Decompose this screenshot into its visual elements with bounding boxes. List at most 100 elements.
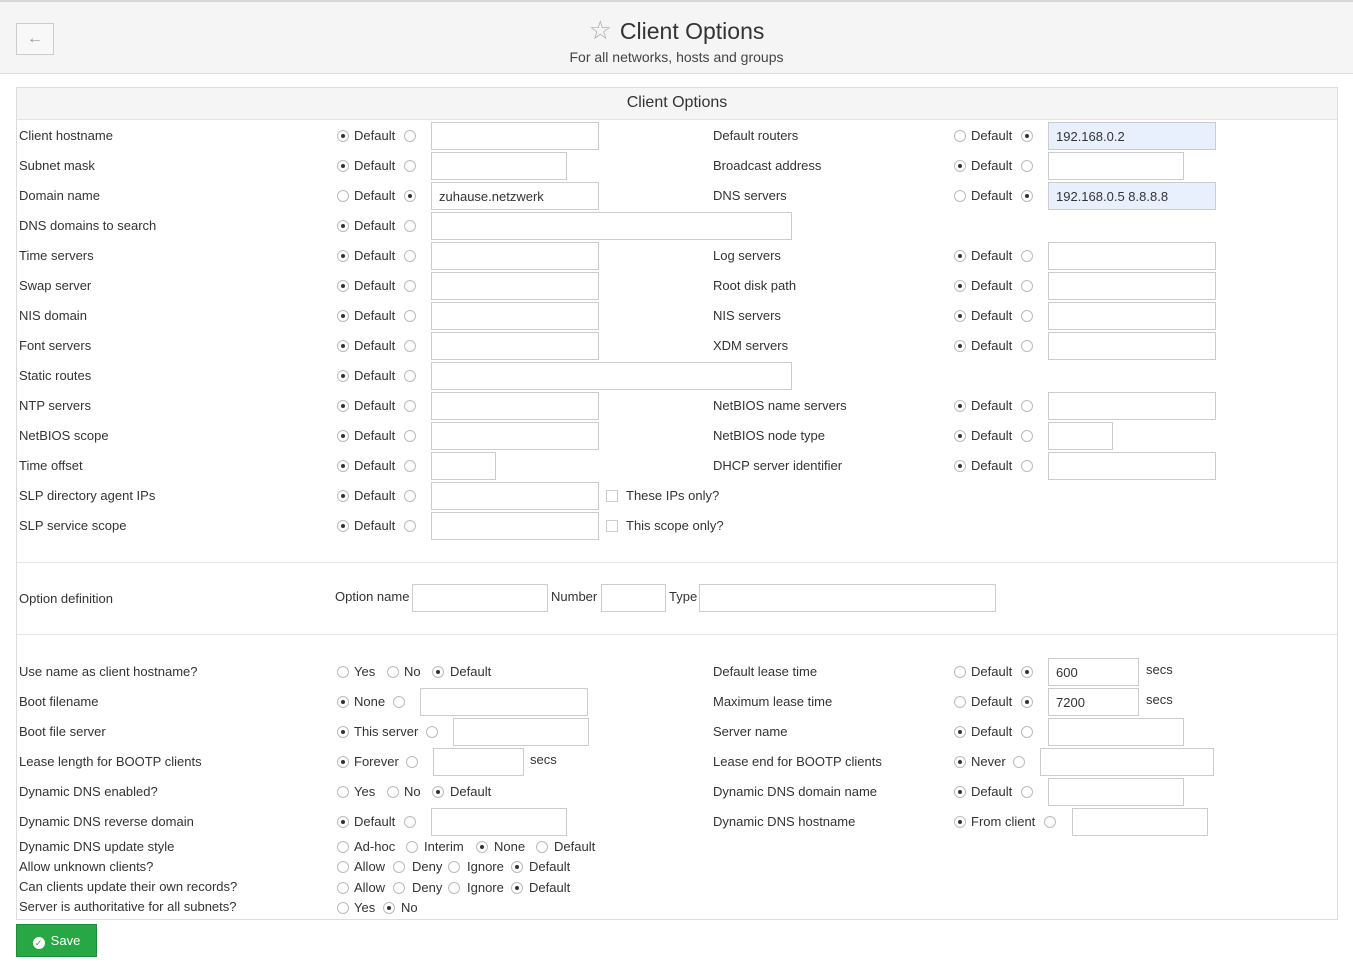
netbios-node-type-input[interactable] xyxy=(1048,422,1113,450)
number-input[interactable] xyxy=(601,584,666,612)
lease-end-never-radio[interactable] xyxy=(954,756,966,768)
option-name-input[interactable] xyxy=(412,584,548,612)
update-allow-radio[interactable] xyxy=(337,882,349,894)
ddns-hostname-client-radio[interactable] xyxy=(954,816,966,828)
log-servers-default-radio[interactable] xyxy=(954,250,966,262)
static-routes-input[interactable] xyxy=(431,362,792,390)
broadcast-address-default-radio[interactable] xyxy=(954,160,966,172)
default-routers-default-radio[interactable] xyxy=(954,130,966,142)
nis-servers-input[interactable] xyxy=(1048,302,1216,330)
subnet-mask-default-radio[interactable] xyxy=(337,160,349,172)
authoritative-no-radio[interactable] xyxy=(383,902,395,914)
slp-service-scope-default-radio[interactable] xyxy=(337,520,349,532)
update-style-interim-radio[interactable] xyxy=(406,841,418,853)
this-scope-only-checkbox[interactable] xyxy=(606,520,618,532)
domain-name-default-radio[interactable] xyxy=(337,190,349,202)
boot-file-server-input[interactable] xyxy=(453,718,589,746)
max-lease-default-radio[interactable] xyxy=(954,696,966,708)
default-lease-time-input[interactable] xyxy=(1048,658,1139,686)
use-name-default-radio[interactable] xyxy=(432,666,444,678)
nis-servers-custom-radio[interactable] xyxy=(1021,310,1033,322)
nis-domain-custom-radio[interactable] xyxy=(404,310,416,322)
netbios-name-servers-custom-radio[interactable] xyxy=(1021,400,1033,412)
swap-server-default-radio[interactable] xyxy=(337,280,349,292)
font-servers-default-radio[interactable] xyxy=(337,340,349,352)
ddns-reverse-custom-radio[interactable] xyxy=(404,816,416,828)
broadcast-address-custom-radio[interactable] xyxy=(1021,160,1033,172)
domain-name-custom-radio[interactable] xyxy=(404,190,416,202)
default-lease-custom-radio[interactable] xyxy=(1021,666,1033,678)
default-routers-custom-radio[interactable] xyxy=(1021,130,1033,142)
dns-domains-search-default-radio[interactable] xyxy=(337,220,349,232)
update-style-adhoc-radio[interactable] xyxy=(337,841,349,853)
boot-filename-custom-radio[interactable] xyxy=(393,696,405,708)
ddns-yes-radio[interactable] xyxy=(337,786,349,798)
xdm-servers-input[interactable] xyxy=(1048,332,1216,360)
font-servers-input[interactable] xyxy=(431,332,599,360)
nis-servers-default-radio[interactable] xyxy=(954,310,966,322)
ddns-domain-name-input[interactable] xyxy=(1048,778,1184,806)
time-offset-input[interactable] xyxy=(431,452,496,480)
broadcast-address-input[interactable] xyxy=(1048,152,1184,180)
client-hostname-default-radio[interactable] xyxy=(337,130,349,142)
lease-end-custom-radio[interactable] xyxy=(1013,756,1025,768)
time-servers-custom-radio[interactable] xyxy=(404,250,416,262)
update-style-none-radio[interactable] xyxy=(476,841,488,853)
nis-domain-default-radio[interactable] xyxy=(337,310,349,322)
update-default-radio[interactable] xyxy=(511,882,523,894)
lease-length-forever-radio[interactable] xyxy=(337,756,349,768)
client-hostname-input[interactable] xyxy=(431,122,599,150)
ntp-servers-default-radio[interactable] xyxy=(337,400,349,412)
xdm-servers-default-radio[interactable] xyxy=(954,340,966,352)
default-routers-input[interactable] xyxy=(1048,122,1216,150)
these-ips-only-checkbox[interactable] xyxy=(606,490,618,502)
server-name-input[interactable] xyxy=(1048,718,1184,746)
netbios-node-type-default-radio[interactable] xyxy=(954,430,966,442)
lease-length-custom-radio[interactable] xyxy=(406,756,418,768)
default-lease-default-radio[interactable] xyxy=(954,666,966,678)
use-name-yes-radio[interactable] xyxy=(337,666,349,678)
time-servers-input[interactable] xyxy=(431,242,599,270)
star-icon[interactable]: ☆ xyxy=(589,15,612,45)
slp-directory-agent-ips-default-radio[interactable] xyxy=(337,490,349,502)
time-offset-custom-radio[interactable] xyxy=(404,460,416,472)
lease-end-bootp-input[interactable] xyxy=(1040,748,1214,776)
unknown-allow-radio[interactable] xyxy=(337,861,349,873)
ddns-default-radio[interactable] xyxy=(432,786,444,798)
static-routes-custom-radio[interactable] xyxy=(404,370,416,382)
swap-server-input[interactable] xyxy=(431,272,599,300)
nis-domain-input[interactable] xyxy=(431,302,599,330)
dns-servers-default-radio[interactable] xyxy=(954,190,966,202)
subnet-mask-input[interactable] xyxy=(431,152,567,180)
client-hostname-custom-radio[interactable] xyxy=(404,130,416,142)
server-name-default-radio[interactable] xyxy=(954,726,966,738)
swap-server-custom-radio[interactable] xyxy=(404,280,416,292)
time-servers-default-radio[interactable] xyxy=(337,250,349,262)
netbios-scope-default-radio[interactable] xyxy=(337,430,349,442)
ddns-reverse-domain-input[interactable] xyxy=(431,808,567,836)
dns-servers-custom-radio[interactable] xyxy=(1021,190,1033,202)
unknown-default-radio[interactable] xyxy=(511,861,523,873)
root-disk-path-input[interactable] xyxy=(1048,272,1216,300)
ddns-hostname-input[interactable] xyxy=(1072,808,1208,836)
static-routes-default-radio[interactable] xyxy=(337,370,349,382)
slp-service-scope-input[interactable] xyxy=(431,512,599,540)
netbios-name-servers-input[interactable] xyxy=(1048,392,1216,420)
netbios-node-type-custom-radio[interactable] xyxy=(1021,430,1033,442)
ddns-domain-custom-radio[interactable] xyxy=(1021,786,1033,798)
ddns-domain-default-radio[interactable] xyxy=(954,786,966,798)
dhcp-server-identifier-input[interactable] xyxy=(1048,452,1216,480)
netbios-name-servers-default-radio[interactable] xyxy=(954,400,966,412)
slp-directory-agent-ips-input[interactable] xyxy=(431,482,599,510)
update-style-default-radio[interactable] xyxy=(536,841,548,853)
server-name-custom-radio[interactable] xyxy=(1021,726,1033,738)
ddns-hostname-custom-radio[interactable] xyxy=(1044,816,1056,828)
boot-server-custom-radio[interactable] xyxy=(426,726,438,738)
domain-name-input[interactable] xyxy=(431,182,599,210)
ntp-servers-input[interactable] xyxy=(431,392,599,420)
save-button[interactable]: ✓ Save xyxy=(16,924,97,957)
slp-directory-agent-ips-custom-radio[interactable] xyxy=(404,490,416,502)
time-offset-default-radio[interactable] xyxy=(337,460,349,472)
unknown-deny-radio[interactable] xyxy=(393,861,405,873)
root-disk-path-custom-radio[interactable] xyxy=(1021,280,1033,292)
